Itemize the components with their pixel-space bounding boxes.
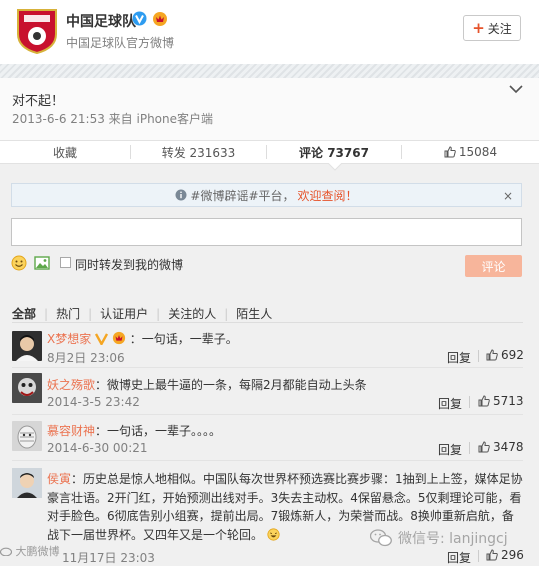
like-count: 3478 (493, 440, 524, 454)
tab-comment-label: 评论 73767 (299, 145, 369, 160)
reply-button[interactable]: 回复 (438, 395, 462, 412)
comment-time: 11月17日 23:03 (62, 551, 155, 565)
comment-body: ：一句话，一辈子。。。。 (95, 424, 222, 438)
reply-button[interactable]: 回复 (438, 441, 462, 458)
comment-username[interactable]: 慕容财神 (47, 424, 95, 438)
avatar[interactable] (12, 468, 42, 498)
action-separator (469, 442, 470, 454)
laughing-emoji-icon (267, 527, 280, 541)
divider-stripe (0, 64, 539, 78)
post-text: 对不起！ (12, 94, 65, 109)
comment-body: ：一句话，一辈子。 (129, 332, 238, 346)
filter-strangers[interactable]: 陌生人 (228, 305, 280, 322)
info-icon (175, 189, 187, 201)
post-card (0, 78, 539, 140)
follow-label: 关注 (487, 21, 512, 36)
comment-time: 2014-3-5 23:42 (47, 395, 140, 409)
repost-checkbox[interactable] (60, 257, 71, 268)
tab-like-label: 15084 (458, 145, 498, 159)
filter-following[interactable]: 关注的人 (160, 305, 224, 322)
like-button[interactable]: 296 (486, 548, 524, 562)
tab-repost[interactable]: 转发 231633 (131, 141, 266, 163)
tab-like[interactable]: 15084 (402, 141, 539, 163)
thumbs-up-icon (486, 349, 498, 361)
divider (12, 367, 523, 368)
like-count: 692 (501, 348, 524, 362)
filter-hot[interactable]: 热门 (48, 305, 88, 322)
like-count: 296 (501, 548, 524, 562)
comment-time: 2014-6-30 00:21 (47, 441, 148, 455)
tab-repost-label: 转发 231633 (161, 145, 236, 160)
comment-username[interactable]: 妖之殇歌 (47, 378, 95, 392)
comment-body: ：微博史上最牛逼的一条，每隔2月都能自动上头条 (95, 378, 367, 392)
tab-favorite[interactable]: 收藏 (0, 141, 130, 163)
follow-button[interactable]: + 关注 (463, 15, 521, 41)
watermark-left-text: 大鹏微博 (15, 545, 60, 558)
filter-verified[interactable]: 认证用户 (92, 305, 156, 322)
member-badge-icon (112, 331, 126, 345)
comment-username[interactable]: 侯寅 (47, 472, 71, 486)
comment-text: X梦想家 ：一句话，一辈子。 (47, 330, 238, 347)
like-button[interactable]: 692 (486, 348, 524, 362)
weibo-header (0, 0, 539, 64)
reply-button[interactable]: 回复 (447, 349, 471, 366)
divider (12, 322, 523, 323)
comment-username[interactable]: X梦想家 (47, 332, 91, 346)
action-separator (478, 550, 479, 562)
image-icon[interactable] (34, 255, 50, 271)
comment-input[interactable] (11, 218, 522, 246)
comment-time: 8月2日 23:06 (47, 351, 125, 365)
tab-favorite-label: 收藏 (52, 145, 77, 160)
post-meta: 2013-6-6 21:53 来自 iPhone客户端 (12, 112, 214, 126)
wechat-logo-icon (370, 529, 392, 547)
divider (12, 460, 523, 461)
watermark-right-text: 微信号: lanjingcj (398, 531, 508, 547)
plus-icon: + (472, 18, 485, 37)
thumbs-up-icon (486, 549, 498, 561)
like-button[interactable]: 3478 (478, 440, 524, 454)
action-separator (469, 396, 470, 408)
weibo-logo-icon (0, 547, 13, 557)
chevron-down-icon[interactable] (509, 84, 523, 94)
close-icon[interactable]: × (503, 189, 513, 203)
avatar[interactable] (12, 373, 42, 403)
avatar[interactable] (12, 421, 42, 451)
avatar[interactable] (12, 331, 42, 361)
notice-link[interactable]: 欢迎查阅！ (298, 187, 358, 204)
verified-v-icon (132, 11, 147, 26)
comment-text: 慕容财神：一句话，一辈子。。。。 (47, 422, 221, 439)
watermark-right: 微信号: lanjingcj (370, 528, 508, 548)
reply-button[interactable]: 回复 (447, 549, 471, 566)
like-button[interactable]: 5713 (478, 394, 524, 408)
action-separator (478, 350, 479, 362)
comment-text: 妖之殇歌：微博史上最牛逼的一条，每隔2月都能自动上头条 (47, 376, 367, 393)
comment-filter-bar: 全部 | 热门 | 认证用户 | 关注的人 | 陌生人 (12, 305, 280, 322)
watermark-left: 大鹏微博 (0, 543, 60, 559)
account-description: 中国足球队官方微博 (66, 36, 175, 50)
repost-checkbox-label[interactable]: 同时转发到我的微博 (75, 256, 183, 273)
member-badge-icon (153, 12, 167, 26)
account-name[interactable]: 中国足球队 (66, 11, 136, 31)
rumor-notice-bar[interactable]: #微博辟谣#平台， 欢迎查阅！ (11, 183, 522, 207)
thumbs-up-icon (478, 441, 490, 453)
like-count: 5713 (493, 394, 524, 408)
active-tab-caret-icon (328, 163, 342, 171)
emoji-icon[interactable] (11, 255, 27, 271)
submit-comment-button[interactable]: 评论 (465, 255, 522, 277)
thumbs-up-icon (478, 395, 490, 407)
thumbs-up-icon (444, 146, 456, 158)
filter-all[interactable]: 全部 (12, 305, 44, 322)
divider (12, 414, 523, 415)
notice-text: #微博辟谣#平台， (190, 188, 295, 203)
tab-comment[interactable]: 评论 73767 (267, 141, 401, 163)
team-logo-avatar[interactable] (16, 8, 58, 54)
verified-v-icon (95, 333, 109, 347)
